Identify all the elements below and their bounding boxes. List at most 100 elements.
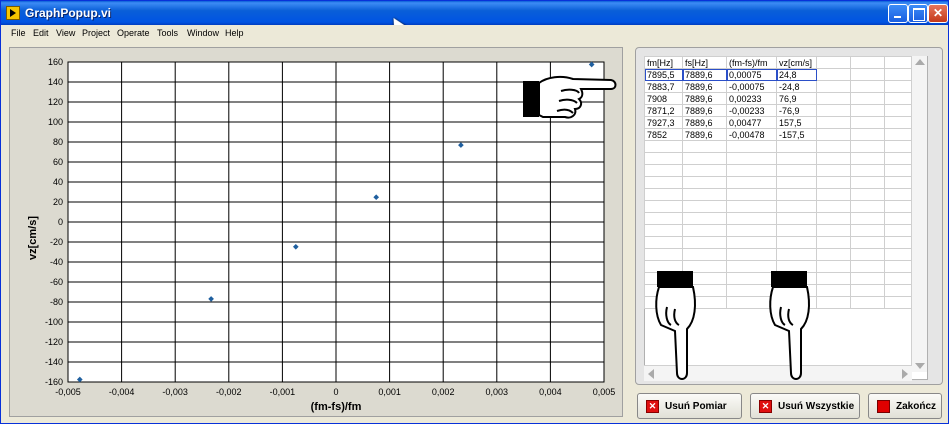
table-cell[interactable]: 7889,6 — [682, 80, 727, 93]
table-cell-empty[interactable] — [816, 92, 851, 105]
table-cell-empty[interactable] — [816, 284, 851, 297]
table-cell-empty[interactable] — [850, 128, 885, 141]
table-cell[interactable]: 157,5 — [776, 116, 817, 129]
table-cell-empty[interactable] — [816, 116, 851, 129]
table-cell-empty[interactable] — [884, 248, 913, 261]
table-cell-empty[interactable] — [776, 236, 817, 249]
table-cell-empty[interactable] — [884, 152, 913, 165]
table-cell[interactable]: 7908 — [644, 92, 683, 105]
table-row[interactable]: 7852 7889,6 -0,00478 -157,5 — [644, 128, 913, 141]
table-cell-empty[interactable] — [850, 164, 885, 177]
table-cell-empty[interactable] — [850, 92, 885, 105]
table-cell-empty[interactable] — [884, 128, 913, 141]
title-bar[interactable]: GraphPopup.vi — [1, 1, 948, 25]
table-cell-empty[interactable] — [726, 236, 777, 249]
table-cell[interactable]: 0,00233 — [726, 92, 777, 105]
menu-operate[interactable]: Operate — [117, 28, 150, 38]
maximize-button[interactable] — [908, 4, 928, 23]
menu-edit[interactable]: Edit — [33, 28, 49, 38]
table-cell-empty[interactable] — [884, 140, 913, 153]
table-vertical-scrollbar[interactable] — [911, 56, 927, 372]
table-row[interactable] — [644, 224, 913, 237]
table-cell-empty[interactable] — [682, 248, 727, 261]
table-cell-empty[interactable] — [816, 68, 851, 81]
table-cell-empty[interactable] — [850, 188, 885, 201]
table-cell-empty[interactable] — [850, 248, 885, 261]
table-cell-empty[interactable] — [850, 236, 885, 249]
table-cell-empty[interactable] — [850, 140, 885, 153]
table-cell-empty[interactable] — [816, 212, 851, 225]
table-cell-empty[interactable] — [726, 212, 777, 225]
table-row[interactable]: 7895,5 7889,6 0,00075 24,8 — [644, 68, 913, 81]
table-cell[interactable]: -24,8 — [776, 80, 817, 93]
table-cell-empty[interactable] — [850, 296, 885, 309]
table-row[interactable] — [644, 176, 913, 189]
table-cell-empty[interactable] — [884, 104, 913, 117]
table-cell-empty[interactable] — [850, 272, 885, 285]
close-button[interactable] — [928, 4, 948, 23]
table-cell-empty[interactable] — [850, 224, 885, 237]
table-cell[interactable]: 7895,5 — [644, 68, 683, 81]
table-cell-empty[interactable] — [776, 176, 817, 189]
table-row[interactable]: 7927,3 7889,6 0,00477 157,5 — [644, 116, 913, 129]
table-row[interactable]: 7883,7 7889,6 -0,00075 -24,8 — [644, 80, 913, 93]
table-cell[interactable]: -76,9 — [776, 104, 817, 117]
table-cell-empty[interactable] — [884, 284, 913, 297]
table-cell-empty[interactable] — [884, 200, 913, 213]
table-cell-empty[interactable] — [644, 152, 683, 165]
finish-button[interactable]: Zakończ — [868, 393, 942, 419]
table-cell-empty[interactable] — [644, 200, 683, 213]
table-cell-empty[interactable] — [776, 188, 817, 201]
table-cell-empty[interactable] — [682, 164, 727, 177]
table-cell-empty[interactable] — [644, 212, 683, 225]
table-cell-empty[interactable] — [816, 236, 851, 249]
table-cell[interactable]: 76,9 — [776, 92, 817, 105]
table-cell-empty[interactable] — [816, 188, 851, 201]
table-cell-empty[interactable] — [816, 152, 851, 165]
table-cell-empty[interactable] — [726, 188, 777, 201]
table-cell-empty[interactable] — [644, 188, 683, 201]
table-cell-empty[interactable] — [816, 200, 851, 213]
table-row[interactable] — [644, 188, 913, 201]
table-row[interactable] — [644, 140, 913, 153]
table-cell-empty[interactable] — [816, 176, 851, 189]
table-cell-empty[interactable] — [884, 212, 913, 225]
table-cell-empty[interactable] — [816, 140, 851, 153]
table-row[interactable] — [644, 236, 913, 249]
table-cell-empty[interactable] — [682, 188, 727, 201]
table-cell-empty[interactable] — [682, 212, 727, 225]
table-cell-empty[interactable] — [850, 260, 885, 273]
table-cell-empty[interactable] — [884, 260, 913, 273]
table-cell-empty[interactable] — [682, 236, 727, 249]
table-cell-empty[interactable] — [816, 296, 851, 309]
table-cell-empty[interactable] — [850, 200, 885, 213]
table-cell[interactable]: 7889,6 — [682, 68, 727, 81]
table-cell-empty[interactable] — [776, 212, 817, 225]
table-cell-empty[interactable] — [884, 92, 913, 105]
table-cell[interactable]: 7889,6 — [682, 128, 727, 141]
table-cell-empty[interactable] — [816, 260, 851, 273]
table-cell-empty[interactable] — [682, 200, 727, 213]
table-cell[interactable]: 7852 — [644, 128, 683, 141]
table-cell-empty[interactable] — [850, 68, 885, 81]
table-cell-empty[interactable] — [850, 212, 885, 225]
table-cell-empty[interactable] — [884, 68, 913, 81]
menu-help[interactable]: Help — [225, 28, 244, 38]
table-cell-empty[interactable] — [726, 200, 777, 213]
table-cell-empty[interactable] — [884, 188, 913, 201]
table-cell-empty[interactable] — [884, 224, 913, 237]
table-cell-empty[interactable] — [726, 248, 777, 261]
table-cell-empty[interactable] — [776, 248, 817, 261]
table-cell-empty[interactable] — [884, 164, 913, 177]
table-cell-empty[interactable] — [884, 176, 913, 189]
menu-project[interactable]: Project — [82, 28, 110, 38]
table-cell-empty[interactable] — [776, 164, 817, 177]
table-row[interactable] — [644, 248, 913, 261]
table-cell-empty[interactable] — [682, 224, 727, 237]
table-cell[interactable]: 0,00477 — [726, 116, 777, 129]
table-cell-empty[interactable] — [850, 152, 885, 165]
table-cell[interactable]: 7889,6 — [682, 104, 727, 117]
table-cell[interactable]: -157,5 — [776, 128, 817, 141]
scroll-right-icon[interactable] — [902, 369, 908, 379]
scroll-up-icon[interactable] — [915, 59, 925, 65]
